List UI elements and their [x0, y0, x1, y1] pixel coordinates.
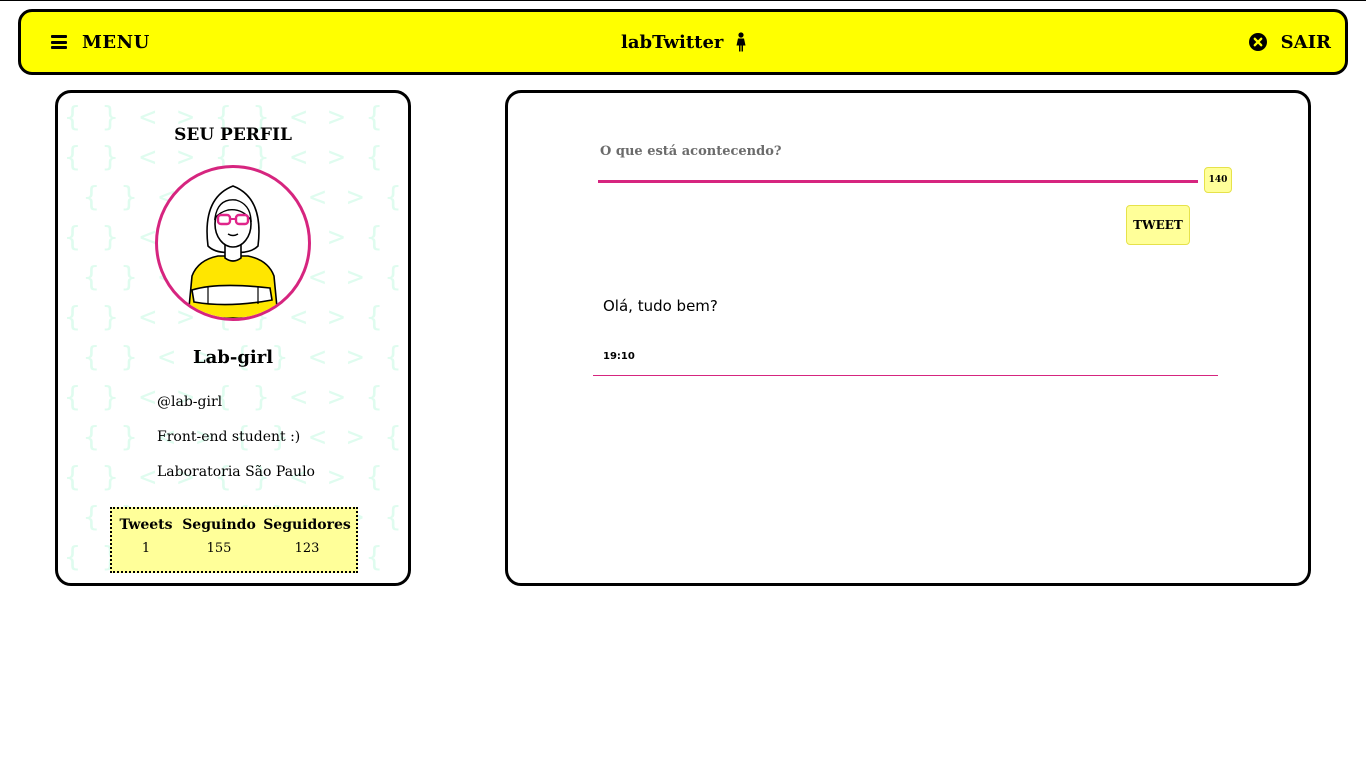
- menu-label: MENU: [82, 31, 150, 53]
- menu-button[interactable]: MENU: [51, 28, 150, 56]
- profile-stats: Tweets 1 Seguindo 155 Seguidores 123: [110, 507, 358, 573]
- brand: labTwitter: [621, 28, 747, 56]
- profile-location: Laboratoria São Paulo: [157, 464, 315, 480]
- tweet-item: Olá, tudo bem? 19:10: [593, 293, 1218, 376]
- profile-name: Lab-girl: [192, 347, 274, 368]
- tweet-time: 19:10: [603, 351, 635, 362]
- stat-followers: Seguidores 123: [262, 517, 352, 556]
- logout-label: SAIR: [1280, 31, 1331, 53]
- person-icon: [736, 32, 746, 52]
- logout-button[interactable]: SAIR: [1248, 28, 1331, 56]
- stat-following-value: 155: [206, 541, 232, 556]
- stat-tweets-value: 1: [141, 541, 151, 556]
- top-border-line: [0, 0, 1366, 1]
- tweet-button[interactable]: TWEET: [1126, 205, 1190, 245]
- stat-followers-label: Seguidores: [263, 517, 351, 533]
- stat-tweets-label: Tweets: [119, 517, 173, 533]
- profile-bio: Front-end student :): [157, 429, 301, 445]
- close-circle-icon: [1248, 33, 1267, 51]
- avatar: [155, 165, 311, 321]
- profile-handle: @lab-girl: [157, 394, 223, 410]
- tweet-text: Olá, tudo bem?: [603, 297, 718, 315]
- profile-card: { } < > { } < > { } < > { } < > { } < > …: [55, 90, 411, 586]
- hamburger-icon: [51, 35, 67, 49]
- stat-tweets: Tweets 1: [118, 517, 174, 556]
- feed-panel: 140 TWEET Olá, tudo bem? 19:10: [505, 90, 1311, 586]
- profile-title: SEU PERFIL: [174, 125, 292, 145]
- tweet-input[interactable]: [598, 131, 1198, 183]
- char-counter: 140: [1204, 167, 1232, 193]
- stat-followers-value: 123: [294, 541, 320, 556]
- top-bar: MENU labTwitter SAIR: [18, 9, 1348, 75]
- brand-title: labTwitter: [621, 31, 724, 53]
- stat-following: Seguindo 155: [182, 517, 256, 556]
- avatar-illustration: [187, 185, 279, 318]
- stat-following-label: Seguindo: [182, 517, 256, 533]
